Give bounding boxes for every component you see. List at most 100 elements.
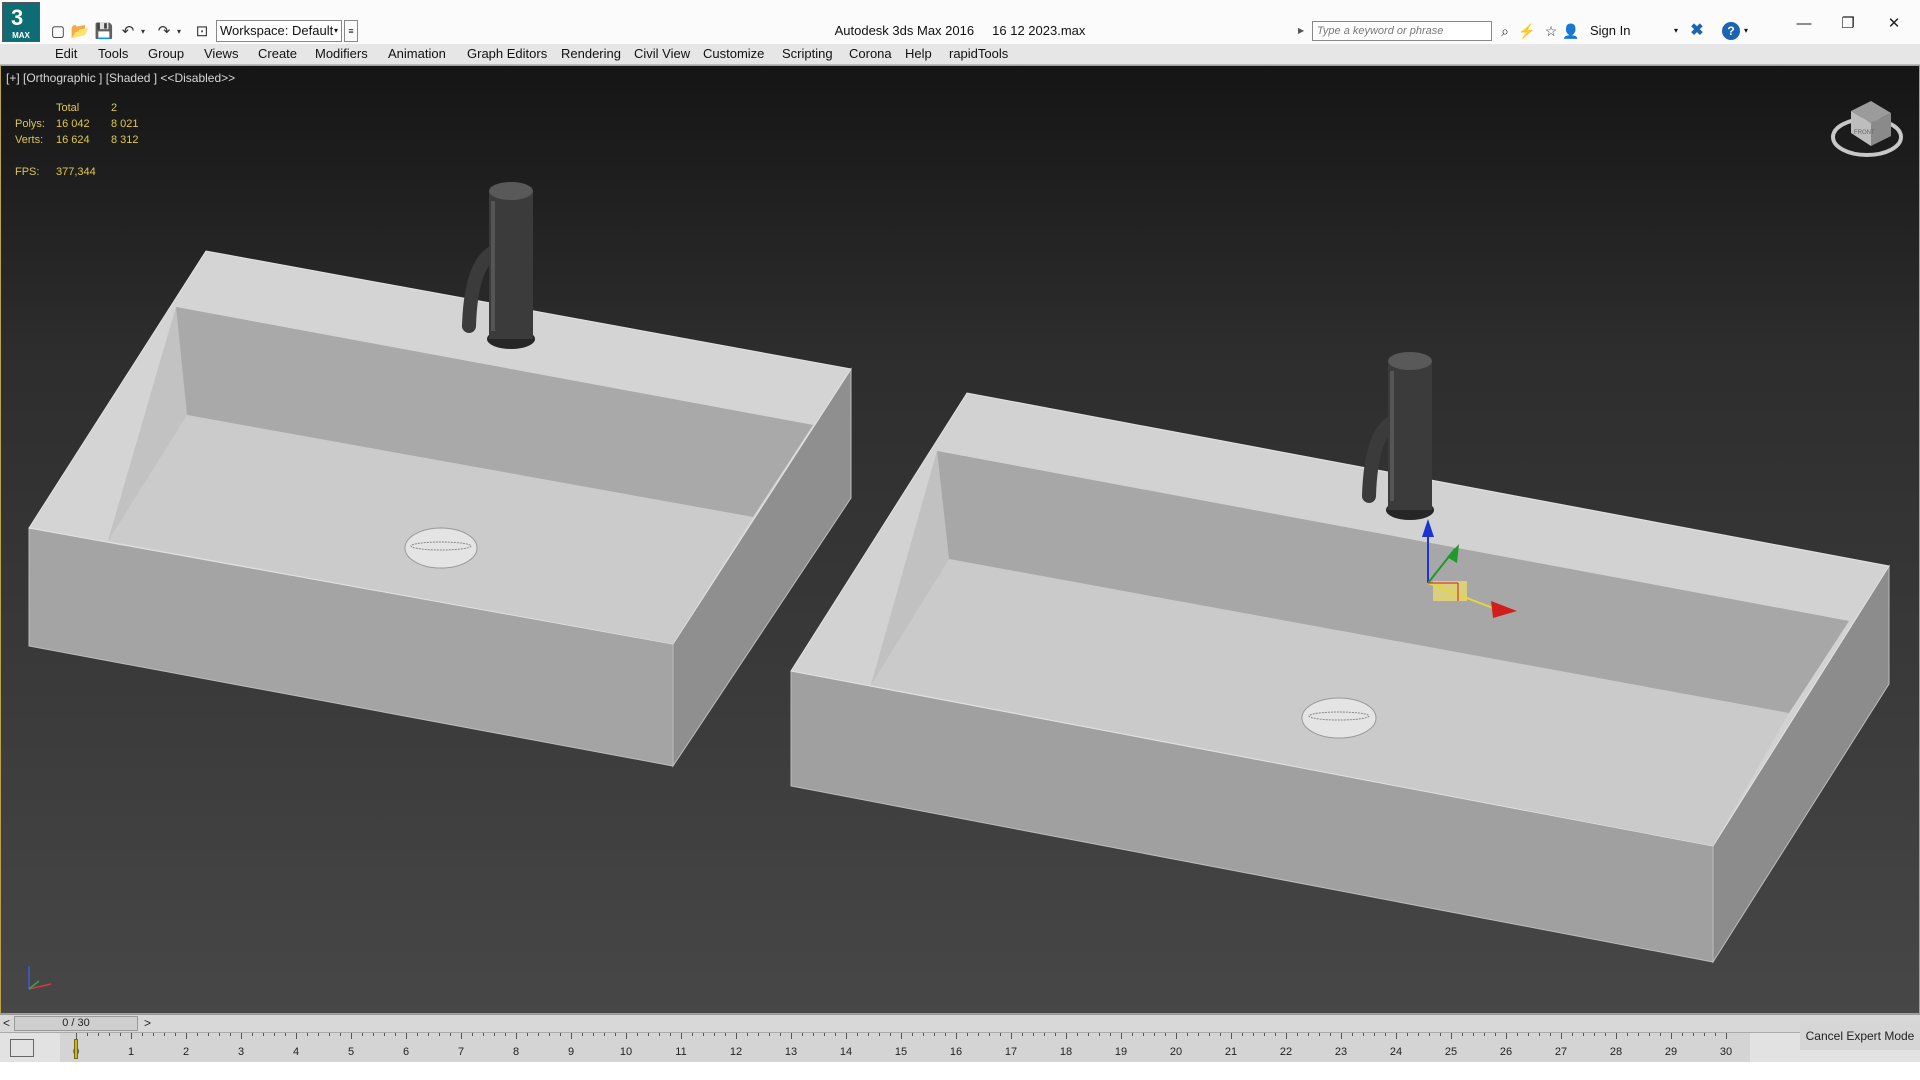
frame-subtick [1462,1033,1463,1036]
undo-icon[interactable]: ↶ [118,21,138,41]
mini-curve-editor-icon[interactable] [10,1039,34,1057]
menu-bar: Edit Tools Group Views Create Modifiers … [0,44,1920,65]
minimize-button[interactable]: — [1782,14,1826,34]
stats-verts-total: 16 624 [56,134,90,146]
binoculars-icon[interactable]: ⌕ [1494,21,1516,41]
search-input[interactable]: Type a keyword or phrase [1312,21,1492,41]
menu-modifiers[interactable]: Modifiers [315,46,368,62]
frame-subtick [967,1033,968,1036]
frame-subtick [164,1033,165,1036]
favorites-star-icon[interactable]: ☆ [1540,21,1562,41]
frame-subtick [1220,1033,1221,1036]
communication-center-icon[interactable]: ⚡ [1516,21,1538,41]
menu-edit[interactable]: Edit [55,46,77,62]
redo-icon[interactable]: ↷ [154,21,174,41]
workspace-dropdown[interactable]: Workspace: Default ▾ [216,20,342,42]
frame-subtick [725,1033,726,1036]
app-menu-button[interactable]: 3 MAX [2,2,40,42]
stats-fps-label: FPS: [15,166,40,178]
time-slider[interactable]: < 0 / 30 > [0,1014,1920,1033]
menu-scripting[interactable]: Scripting [782,46,833,62]
menu-corona[interactable]: Corona [849,46,892,62]
frame-subtick [175,1033,176,1036]
frame-tick [1396,1033,1397,1039]
frame-subtick [483,1033,484,1036]
frame-subtick [1715,1033,1716,1036]
save-icon[interactable]: 💾 [94,21,114,41]
menu-animation[interactable]: Animation [388,46,446,62]
frame-subtick [1275,1033,1276,1036]
frame-ruler[interactable]: 0123456789101112131415161718192021222324… [60,1033,1750,1063]
frame-number: 14 [839,1046,853,1058]
frame-number: 17 [1004,1046,1018,1058]
viewcube[interactable]: FRONT [1831,101,1903,157]
frame-number: 26 [1499,1046,1513,1058]
frame-subtick [395,1033,396,1036]
frame-subtick [835,1033,836,1036]
frame-subtick [1638,1033,1639,1036]
menu-group[interactable]: Group [148,46,184,62]
open-file-icon[interactable]: 📂 [70,21,90,41]
viewport-label-menu[interactable]: [+] [Orthographic ] [Shaded ] <<Disabled… [6,71,235,85]
time-slider-prev-button[interactable]: < [3,1016,10,1030]
frame-subtick [747,1033,748,1036]
time-slider-next-button[interactable]: > [144,1016,151,1030]
close-button[interactable]: ✕ [1872,14,1916,34]
search-expand-icon[interactable]: ▶ [1298,21,1308,41]
menu-rendering[interactable]: Rendering [561,46,621,62]
redo-dropdown-icon[interactable]: ▾ [174,21,184,41]
frame-subtick [1660,1033,1661,1036]
stats-polys-selected: 8 021 [111,118,139,130]
sink-right[interactable] [790,392,1890,964]
sink-left[interactable] [28,250,852,768]
menu-graph-editors[interactable]: Graph Editors [467,46,547,62]
toolbar-overflow-icon[interactable]: ≡ [344,20,358,42]
frame-subtick [373,1033,374,1036]
frame-subtick [703,1033,704,1036]
menu-help[interactable]: Help [905,46,932,62]
time-slider-thumb[interactable]: 0 / 30 [14,1016,138,1031]
frame-subtick [945,1033,946,1036]
frame-tick [1616,1033,1617,1039]
frame-subtick [1484,1033,1485,1036]
restore-button[interactable]: ❐ [1826,14,1870,34]
frame-tick [626,1033,627,1039]
frame-tick [1341,1033,1342,1039]
frame-number: 3 [237,1046,245,1058]
menu-create[interactable]: Create [258,46,297,62]
cancel-expert-mode-button[interactable]: Cancel Expert Mode [1800,1022,1920,1050]
sign-in-button[interactable]: Sign In [1572,21,1630,41]
exchange-apps-icon[interactable]: ✖ [1688,22,1706,40]
frame-number: 23 [1334,1046,1348,1058]
help-icon[interactable]: ? [1722,22,1740,40]
scene-canvas[interactable]: FRONT [1,66,1919,1013]
frame-subtick [1000,1033,1001,1036]
frame-subtick [868,1033,869,1036]
frame-tick [1451,1033,1452,1039]
chevron-down-icon[interactable]: ▾ [1674,21,1678,41]
perspective-viewport[interactable]: FRONT [+] [Orthographic ] [Shaded ] <<Di… [0,65,1920,1014]
frame-subtick [1682,1033,1683,1036]
frame-subtick [593,1033,594,1036]
current-frame-marker[interactable] [74,1039,78,1059]
chevron-down-icon[interactable]: ▾ [1744,22,1748,40]
frame-subtick [1352,1033,1353,1036]
frame-tick [681,1033,682,1039]
frame-tick [901,1033,902,1039]
undo-dropdown-icon[interactable]: ▾ [138,21,148,41]
axis-tripod [28,966,52,990]
project-folder-icon[interactable]: ⊡ [192,21,212,41]
menu-views[interactable]: Views [204,46,238,62]
frame-tick [406,1033,407,1039]
menu-tools[interactable]: Tools [98,46,128,62]
frame-tick [351,1033,352,1039]
menu-rapidtools[interactable]: rapidTools [949,46,1008,62]
menu-civil-view[interactable]: Civil View [634,46,690,62]
new-file-icon[interactable]: ▢ [48,21,68,41]
menu-customize[interactable]: Customize [703,46,764,62]
frame-number: 12 [729,1046,743,1058]
frame-subtick [1407,1033,1408,1036]
frame-subtick [87,1033,88,1036]
frame-subtick [417,1033,418,1036]
frame-tick [1066,1033,1067,1039]
